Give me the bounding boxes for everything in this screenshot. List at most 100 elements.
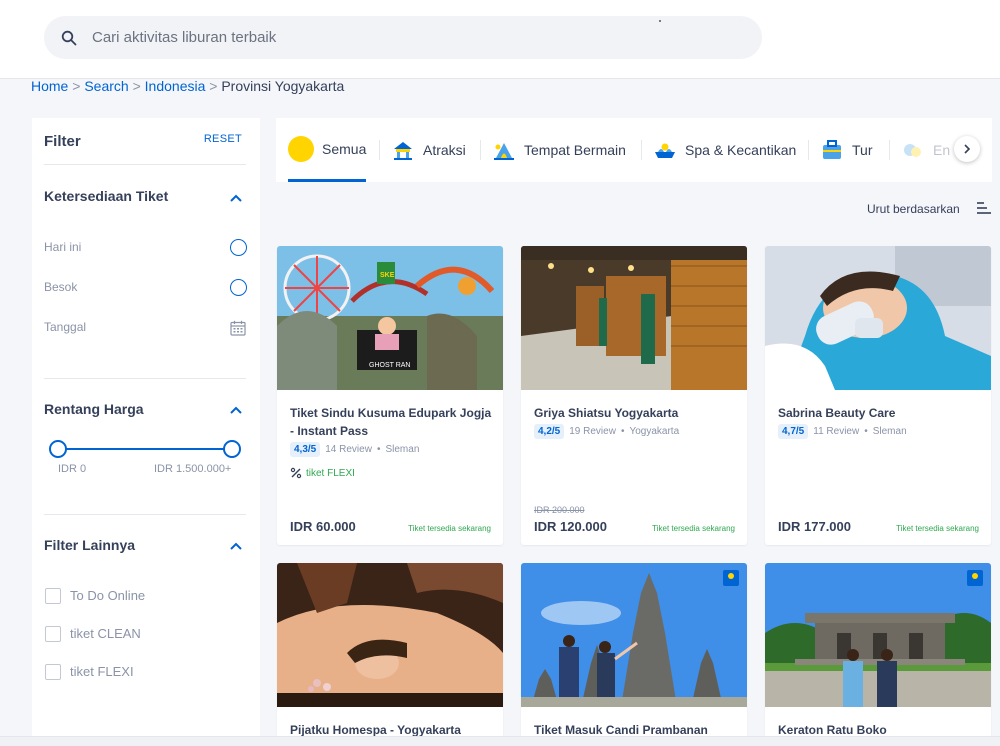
entertainment-icon <box>904 144 921 157</box>
tiket-logo-icon <box>967 570 983 586</box>
todo-online-checkbox[interactable] <box>45 588 61 604</box>
activity-image: SKE GHOST RAN <box>277 246 503 390</box>
availability-label: Tiket tersedia sekarang <box>408 524 491 533</box>
review-count: 14 Review <box>325 444 372 455</box>
availability-section-title[interactable]: Ketersediaan Tiket <box>44 188 168 204</box>
others-section-title[interactable]: Filter Lainnya <box>44 537 135 553</box>
rating-row: 4,7/5 11 Review • Sleman <box>778 424 907 439</box>
ghost-ride-sign: GHOST RAN <box>369 362 411 369</box>
review-count: 19 Review <box>569 426 616 437</box>
tabs-next-button[interactable] <box>954 136 980 162</box>
tab-label: Atraksi <box>423 142 466 158</box>
availability-option-today: Hari ini <box>44 240 82 254</box>
availability-option-date: Tanggal <box>44 320 87 334</box>
activity-image <box>521 246 747 390</box>
separator-dot: • <box>620 426 625 437</box>
breadcrumb-search[interactable]: Search <box>84 78 128 94</box>
tab-separator <box>480 140 481 160</box>
price-max-handle[interactable] <box>223 440 241 458</box>
tab-entertainment[interactable]: En <box>901 118 950 182</box>
review-count: 11 Review <box>813 426 860 437</box>
decorative-dot <box>659 20 661 22</box>
sort-label[interactable]: Urut berdasarkan <box>867 202 960 216</box>
activity-name[interactable]: Griya Shiatsu Yogyakarta <box>534 404 736 422</box>
tab-spa-kecantikan[interactable]: Spa & Kecantikan <box>653 118 796 182</box>
breadcrumb: Home > Search > Indonesia > Provinsi Yog… <box>31 78 345 94</box>
tab-tur[interactable]: Tur <box>820 118 872 182</box>
search-icon <box>61 30 77 46</box>
divider <box>44 164 246 165</box>
chevron-up-icon[interactable] <box>230 194 242 202</box>
bottom-bar <box>0 736 1000 746</box>
tab-semua[interactable]: Semua <box>288 118 367 182</box>
availability-label: Tiket tersedia sekarang <box>896 524 979 533</box>
availability-option-tomorrow: Besok <box>44 280 78 294</box>
activity-card[interactable]: SKE GHOST RAN Tiket Sindu Kusuma Edupark… <box>277 246 503 545</box>
activity-card[interactable]: Keraton Ratu Boko <box>765 563 991 746</box>
rating-row: 4,3/5 14 Review • Sleman <box>290 442 419 457</box>
calendar-icon[interactable] <box>230 320 246 336</box>
chevron-up-icon[interactable] <box>230 542 242 550</box>
activity-card[interactable]: Sabrina Beauty Care 4,7/5 11 Review • Sl… <box>765 246 991 545</box>
breadcrumb-indonesia[interactable]: Indonesia <box>145 78 206 94</box>
rating-badge: 4,2/5 <box>534 424 565 439</box>
tiket-flexi-label: tiket FLEXI <box>70 664 134 679</box>
activity-image <box>765 563 991 707</box>
breadcrumb-current: Provinsi Yogyakarta <box>221 78 345 94</box>
flexi-label: tiket FLEXI <box>306 467 355 479</box>
activity-card[interactable]: Pijatku Homespa - Yogyakarta <box>277 563 503 746</box>
filter-reset-button[interactable]: RESET <box>204 133 242 145</box>
price: IDR 177.000 <box>778 519 851 534</box>
flexi-icon <box>290 467 302 479</box>
filter-panel: Filter RESET Ketersediaan Tiket Hari ini… <box>32 118 260 746</box>
tab-label: Semua <box>322 140 367 157</box>
availability-tomorrow-radio[interactable] <box>230 279 247 296</box>
activity-card[interactable]: Tiket Masuk Candi Prambanan <box>521 563 747 746</box>
todo-online-label: To Do Online <box>70 588 146 603</box>
price: IDR 60.000 <box>290 519 356 534</box>
breadcrumb-home[interactable]: Home <box>31 78 68 94</box>
divider <box>44 378 246 379</box>
chevron-up-icon[interactable] <box>230 406 242 414</box>
tab-atraksi[interactable]: Atraksi <box>391 118 466 182</box>
price-section-title[interactable]: Rentang Harga <box>44 401 144 417</box>
availability-label: Tiket tersedia sekarang <box>652 524 735 533</box>
tab-separator <box>379 140 380 160</box>
price-range-track[interactable] <box>58 448 232 450</box>
tour-icon <box>823 140 841 159</box>
activity-card[interactable]: Griya Shiatsu Yogyakarta 4,2/5 19 Review… <box>521 246 747 545</box>
tab-label: Tur <box>852 142 873 158</box>
playground-icon <box>494 143 514 160</box>
activity-name[interactable]: Sabrina Beauty Care <box>778 404 980 422</box>
activity-image <box>521 563 747 707</box>
price-max-label: IDR 1.500.000+ <box>154 463 232 475</box>
sort-icon[interactable] <box>976 201 992 215</box>
rating-row: 4,2/5 19 Review • Yogyakarta <box>534 424 679 439</box>
price-min-handle[interactable] <box>49 440 67 458</box>
ske-logo-text: SKE <box>380 272 395 279</box>
search-bar[interactable] <box>44 16 762 59</box>
availability-today-radio[interactable] <box>230 239 247 256</box>
tiket-clean-checkbox[interactable] <box>45 626 61 642</box>
tab-label: Spa & Kecantikan <box>685 142 797 158</box>
all-icon <box>288 135 314 162</box>
activity-image <box>277 563 503 707</box>
top-bar <box>0 0 1000 79</box>
price: IDR 120.000 <box>534 519 607 534</box>
search-input[interactable] <box>92 16 732 59</box>
rating-badge: 4,3/5 <box>290 442 321 457</box>
location: Sleman <box>872 426 907 437</box>
tiket-flexi-checkbox[interactable] <box>45 664 61 680</box>
price-min-label: IDR 0 <box>58 463 87 475</box>
activity-name[interactable]: Tiket Sindu Kusuma Edupark Jogja - Insta… <box>290 404 492 440</box>
location: Yogyakarta <box>629 426 680 437</box>
tab-separator <box>889 140 890 160</box>
attraction-icon <box>394 142 412 160</box>
chevron-right-icon <box>964 144 971 154</box>
rating-badge: 4,7/5 <box>778 424 809 439</box>
filter-title: Filter <box>44 133 81 150</box>
divider <box>44 514 246 515</box>
tiket-clean-label: tiket CLEAN <box>70 626 141 641</box>
tab-label: En <box>933 142 951 158</box>
tab-tempat-bermain[interactable]: Tempat Bermain <box>492 118 626 182</box>
